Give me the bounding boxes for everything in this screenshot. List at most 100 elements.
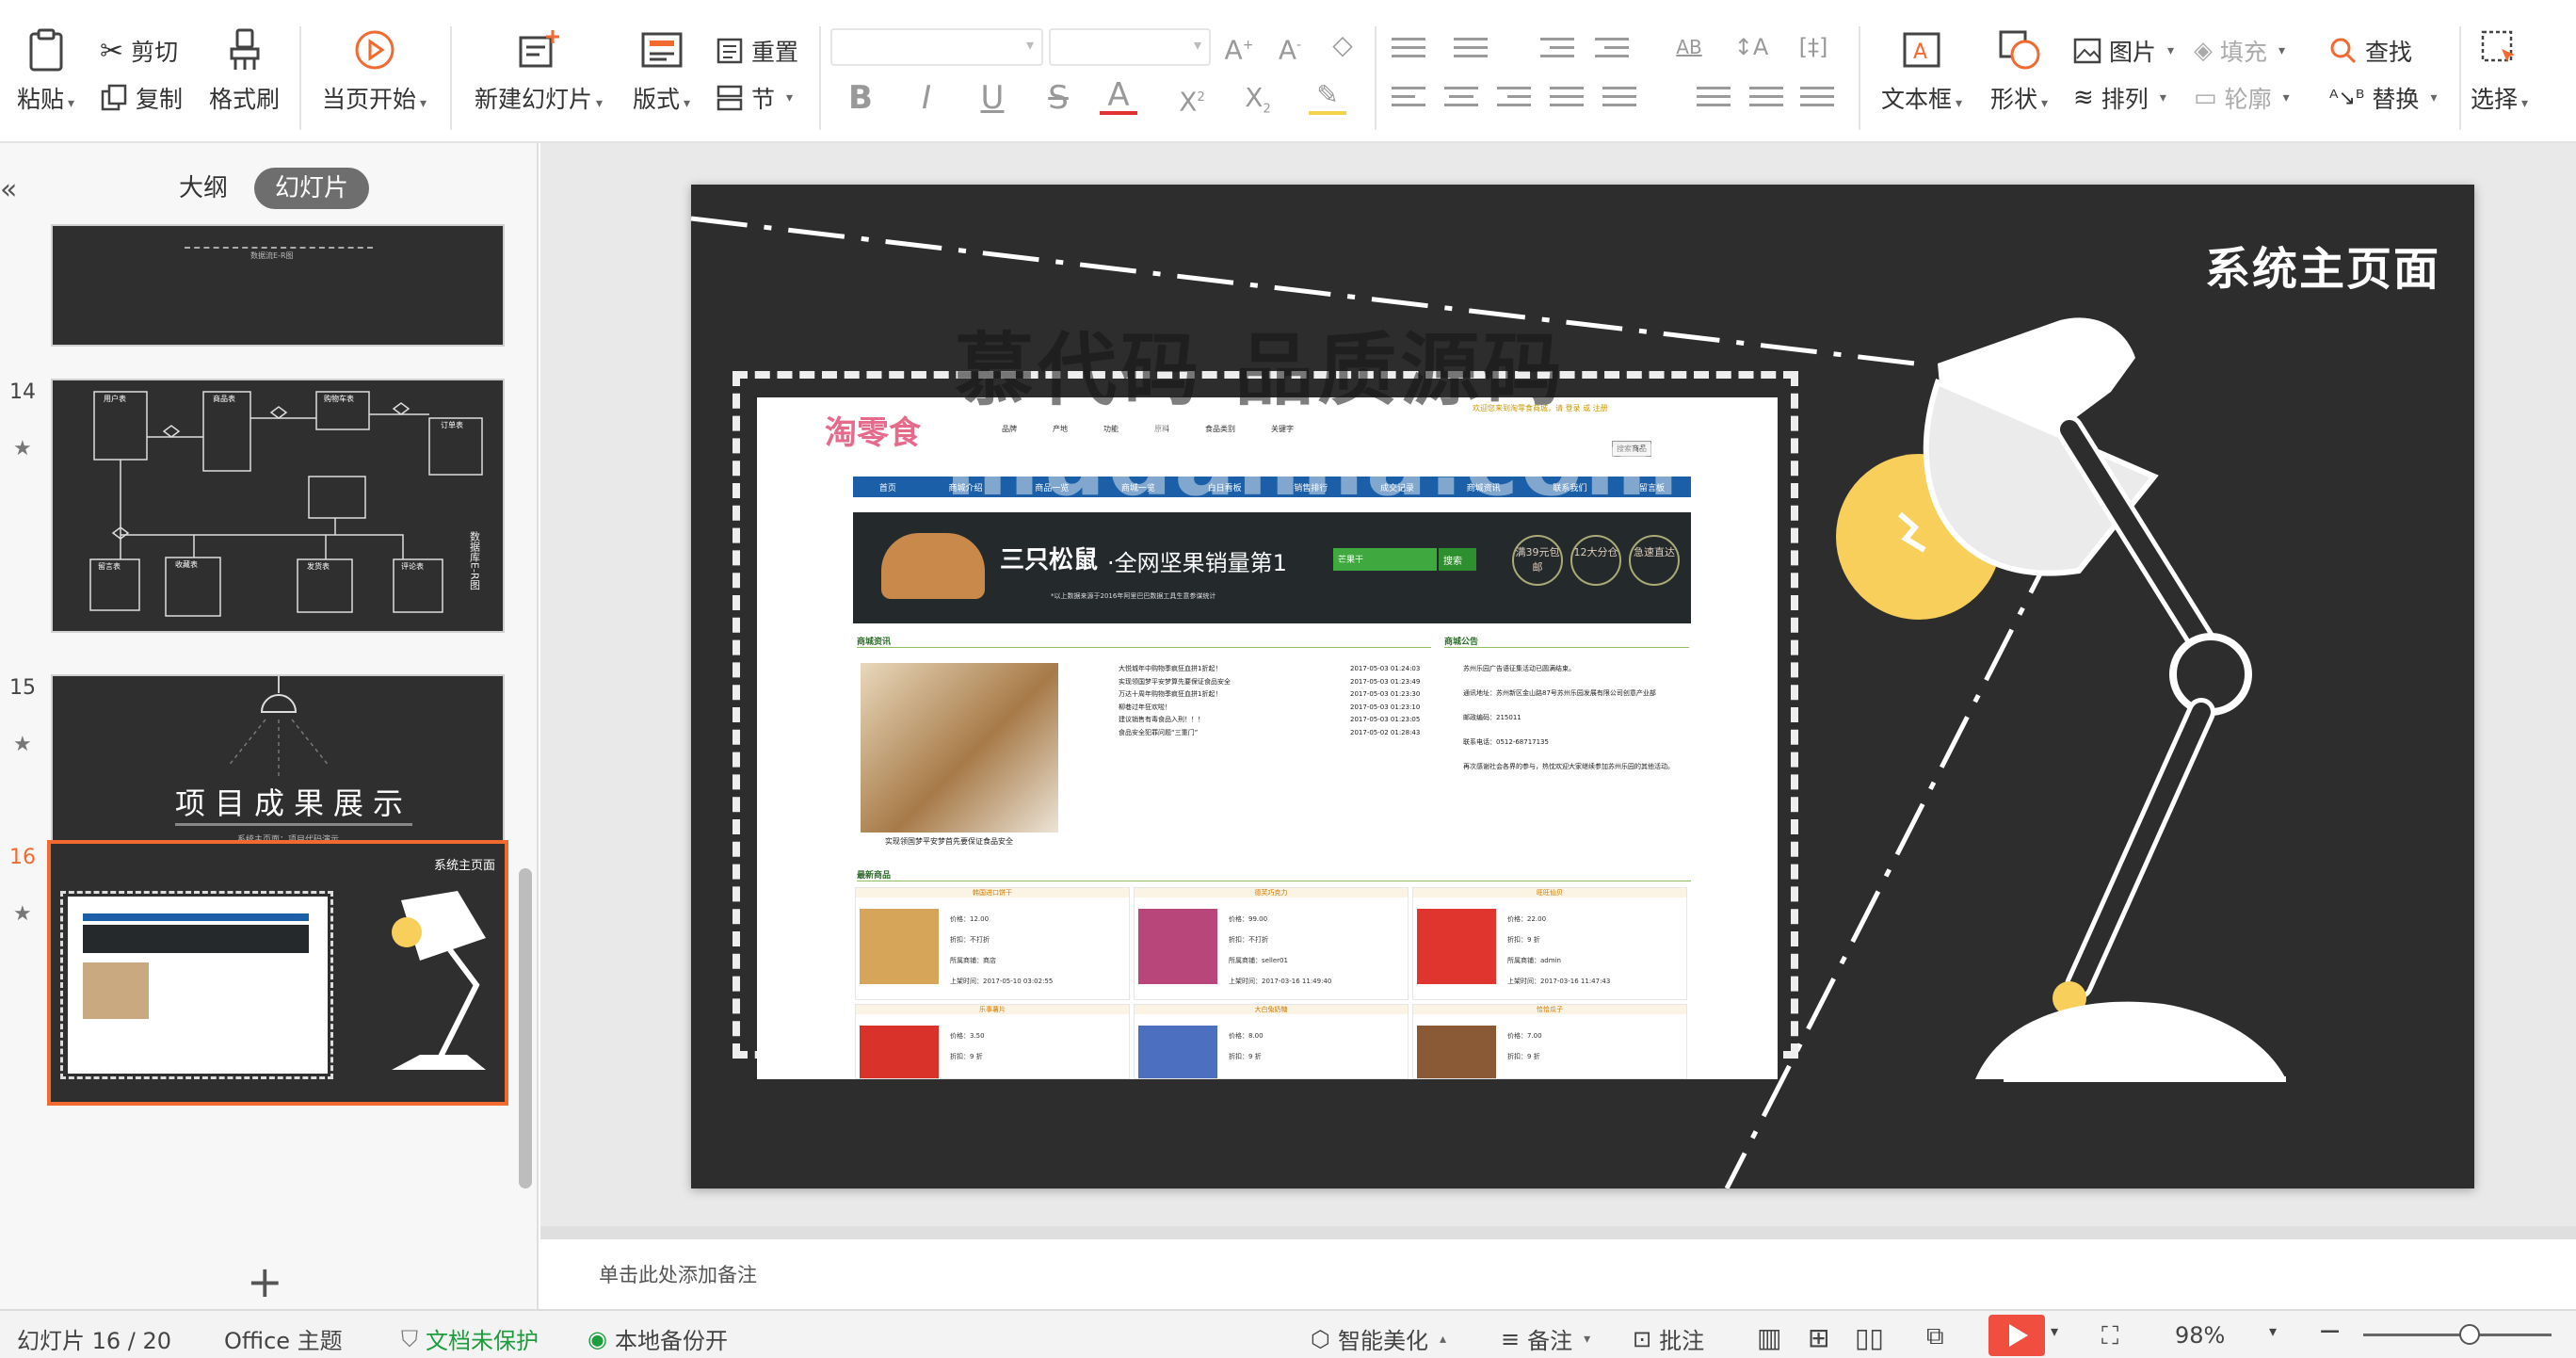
reset-button[interactable]: 重置 [716,34,798,68]
italic-icon[interactable]: I [908,79,945,117]
zoom-out-icon[interactable]: − [2318,1315,2342,1348]
find-button[interactable]: 查找 [2329,34,2412,68]
play-slideshow-icon[interactable] [1988,1315,2045,1356]
slide-canvas[interactable]: 系统主页面 淘零食 欢迎您来到淘零食商城，请 登录 或 注册 品牌 产地 功能 原料食… [691,185,2474,1188]
normal-view-icon[interactable]: ▥ [1757,1322,1781,1353]
shape-button[interactable]: 形状 ▾ [1990,28,2048,115]
font-size-select[interactable] [1049,28,1211,66]
underline-icon[interactable]: U [974,79,1011,117]
slide-thumbnail-14[interactable]: 用户表 商品表 购物车表 订单表 留言表 收藏表 发货表 评论表 数据库E-R图 [51,379,505,633]
paragraph-options-icon[interactable] [1800,87,1834,111]
entity-label: 商品表 [213,394,235,403]
text-box-button[interactable]: A 文本框 ▾ [1881,28,1962,115]
play-options-icon[interactable]: ▾ [2051,1322,2058,1340]
add-slide-icon[interactable]: + [247,1256,283,1307]
product-card: 德芙巧克力 价格：99.00 折扣：不打折 所属商铺：seller01 上架时间：20… [1134,887,1409,1000]
banner-badge: 急速直达 [1629,535,1680,586]
product-card: 韩国进口饼干 价格：12.00 折扣：不打折 所属商铺：商店 上架时间：2017-05… [855,887,1130,1000]
news-photo [861,663,1058,833]
select-button[interactable]: 选择 ▾ [2471,28,2528,115]
theme-name[interactable]: Office 主题 [224,1322,343,1355]
paragraph-spacing-icon[interactable] [1749,87,1783,111]
line-spacing-icon[interactable] [1697,87,1731,111]
slide-counter: 幻灯片 16 / 20 [17,1328,172,1354]
increase-indent-icon[interactable] [1595,38,1629,62]
new-slide-button[interactable]: 新建幻灯片 ▾ [475,28,603,115]
increase-font-icon[interactable]: A+ [1220,26,1258,69]
decrease-indent-icon[interactable] [1540,38,1574,62]
notes-placeholder[interactable]: 单击此处添加备注 [599,1260,757,1288]
entity-label: 订单表 [441,420,463,429]
slide-title[interactable]: 系统主页面 [2205,232,2440,298]
outline-button[interactable]: ▭ 轮廓 ▾ [2194,81,2290,115]
fill-button[interactable]: ◈ 填充 ▾ [2194,34,2285,68]
collapse-panel-icon[interactable]: « [0,173,17,206]
text-direction-icon[interactable]: AB [1670,28,1708,66]
format-painter-button[interactable]: 格式刷 [209,28,280,115]
tab-slides[interactable]: 幻灯片 [254,168,370,209]
align-left-icon[interactable] [1392,87,1425,111]
star-icon[interactable]: ★ [13,437,32,461]
align-center-icon[interactable] [1444,87,1478,111]
entity-label: 用户表 [104,394,126,403]
tab-outline[interactable]: 大纲 [179,168,228,209]
notes-pane[interactable]: 单击此处添加备注 [540,1226,2576,1309]
copy-button[interactable]: 复制 [100,81,183,115]
strikethrough-icon[interactable]: S [1039,79,1077,117]
status-bar: 幻灯片 16 / 20 Office 主题 ⛉ 文档未保护 ◉ 本地备份开 ⬡ 智能美… [0,1309,2576,1358]
smart-beautify-button[interactable]: ⬡ 智能美化 ▴ [1311,1322,1446,1355]
separator [1375,26,1377,130]
thumb-title: 系统主页面 [433,859,495,873]
shield-icon: ⛉ [401,1325,418,1352]
beautify-icon: ⬡ [1311,1325,1330,1352]
clear-format-icon[interactable]: ◇ [1324,26,1361,64]
banner-note: *以上数据来源于2016年阿里巴巴数据工具生意参谋统计 [1051,592,1216,600]
font-family-select[interactable] [830,28,1043,66]
comment-button[interactable]: ⊡ 批注 [1633,1322,1704,1355]
bold-icon[interactable]: B [842,79,879,117]
arrange-button[interactable]: ≋ 排列 ▾ [2073,81,2166,115]
bullet-list-icon[interactable] [1392,38,1425,62]
news-photo-caption: 实现领国梦平安梦首先要保证食品安全 [885,837,1013,846]
decrease-font-icon[interactable]: A- [1271,26,1309,69]
font-color-icon[interactable]: A [1100,79,1137,115]
shape-icon [1999,30,2040,70]
slide-thumbnail-13[interactable]: 数据流E-R图 [51,224,505,347]
local-backup[interactable]: ◉ 本地备份开 [588,1322,728,1355]
slide-thumbnail-16[interactable]: 系统主页面 [47,840,508,1106]
screen-cast-icon[interactable]: ⧉ [1926,1322,1944,1351]
picture-icon [2073,38,2101,64]
zoom-slider-handle[interactable] [2459,1324,2480,1345]
paste-button[interactable]: 粘贴 ▾ [17,28,74,115]
replace-button[interactable]: ᴬ↘ᴮ 替换 ▾ [2329,81,2437,115]
notes-toggle[interactable]: ≡ 备注 ▾ [1501,1322,1590,1355]
panel-tabs: « 大纲 幻灯片 [0,143,539,218]
distribute-icon[interactable] [1602,87,1636,111]
section-button[interactable]: 节 ▾ [716,81,793,115]
superscript-icon[interactable]: X2 [1173,79,1211,121]
subscript-icon[interactable]: X2 [1239,79,1277,129]
zoom-level[interactable]: 98% [2175,1322,2225,1349]
panel-scrollbar[interactable] [519,868,532,1188]
align-right-icon[interactable] [1497,87,1531,111]
column-icon[interactable]: [‡] [1795,28,1832,66]
justify-icon[interactable] [1550,87,1584,111]
layout-button[interactable]: 版式 ▾ [633,28,690,115]
star-icon[interactable]: ★ [13,902,32,926]
grid-view-icon[interactable]: ⊞ [1808,1322,1829,1353]
outline-icon: ▭ [2194,84,2217,112]
sort-icon[interactable]: ↕A [1732,28,1770,66]
star-icon[interactable]: ★ [13,733,32,756]
arrange-icon: ≋ [2073,84,2094,112]
start-from-current-button[interactable]: 当页开始 ▾ [322,28,427,115]
picture-button[interactable]: 图片 ▾ [2073,34,2174,68]
zoom-slider-track[interactable] [2363,1334,2552,1336]
paste-icon [29,28,63,72]
zoom-dropdown-icon[interactable]: ▾ [2269,1322,2277,1340]
reading-view-icon[interactable]: ▯▯ [1855,1322,1884,1353]
document-protection[interactable]: ⛉ 文档未保护 [401,1322,539,1355]
fit-window-icon[interactable]: ⛶ [2101,1322,2118,1351]
numbered-list-icon[interactable] [1454,38,1488,62]
highlight-icon[interactable]: ✎ [1309,79,1346,115]
cut-button[interactable]: ✂ 剪切 [100,34,178,68]
